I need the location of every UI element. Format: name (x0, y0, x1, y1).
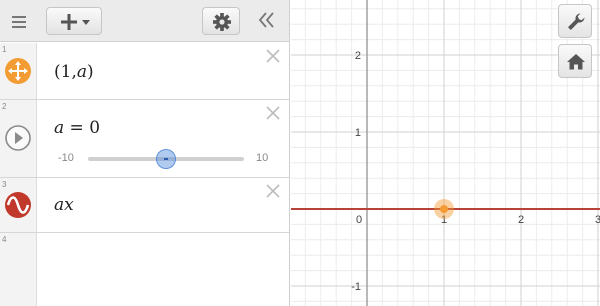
expression-row-1[interactable]: 1 (1,a) (0, 43, 289, 100)
hamburger-menu-icon[interactable] (8, 10, 30, 32)
add-item-button[interactable] (46, 7, 102, 35)
wrench-icon (568, 13, 585, 30)
x-tick-label: 3 (595, 214, 600, 226)
x-tick-label: 2 (518, 214, 524, 226)
expression-row-2[interactable]: 2 a = 0 -10 10 (0, 100, 289, 178)
graph-tools-button[interactable] (558, 4, 592, 38)
slider-max-label[interactable]: 10 (256, 152, 268, 164)
graph-area[interactable]: 0123321-1 (291, 0, 600, 306)
expression-gutter: 4 (0, 233, 37, 306)
move-point-icon[interactable] (4, 57, 32, 85)
expression-number: 3 (2, 180, 7, 189)
x-tick-label: 0 (356, 214, 362, 226)
graph-settings-button[interactable] (202, 7, 240, 35)
movable-point (440, 205, 448, 213)
latex-variable: a (76, 62, 87, 82)
home-icon (567, 54, 585, 70)
expression-number: 4 (2, 235, 7, 244)
expression-gutter: 3 (0, 178, 37, 232)
y-tick-label: -1 (351, 281, 361, 293)
top-toolbar (0, 0, 289, 42)
y-tick-label: 1 (355, 127, 361, 139)
delete-expression-icon[interactable] (264, 47, 282, 65)
latex-text: (1, (54, 62, 77, 82)
delete-expression-icon[interactable] (264, 104, 282, 122)
expression-latex[interactable]: (1,a) (54, 62, 94, 82)
slider-min-label[interactable]: -10 (58, 152, 74, 164)
graph-canvas[interactable]: 0123321-1 (291, 0, 600, 306)
delete-expression-icon[interactable] (264, 182, 282, 200)
collapse-panel-icon[interactable] (254, 8, 278, 32)
expression-gutter: 1 (0, 43, 37, 99)
play-icon[interactable] (4, 124, 32, 152)
gear-icon (213, 13, 231, 31)
expression-latex[interactable]: ax (54, 195, 74, 215)
expression-gutter: 2 (0, 100, 37, 177)
plus-dropdown-icon (61, 14, 90, 30)
latex-variable: ax (54, 195, 74, 215)
slider-thumb[interactable] (156, 149, 176, 169)
expression-number: 1 (2, 45, 7, 54)
wave-icon[interactable] (4, 191, 32, 219)
expression-number: 2 (2, 102, 7, 111)
latex-text: ) (87, 62, 94, 82)
expression-latex[interactable]: a = 0 (54, 118, 100, 138)
latex-text: = 0 (64, 118, 101, 138)
expression-list-panel: 1 (1,a) 2 a = 0 -10 10 3 ax 4 (0, 0, 290, 306)
latex-variable: a (54, 118, 65, 138)
y-tick-label: 2 (355, 50, 361, 62)
default-view-button[interactable] (558, 44, 592, 78)
expression-row-4[interactable]: 4 (0, 233, 289, 306)
expression-row-3[interactable]: 3 ax (0, 178, 289, 233)
